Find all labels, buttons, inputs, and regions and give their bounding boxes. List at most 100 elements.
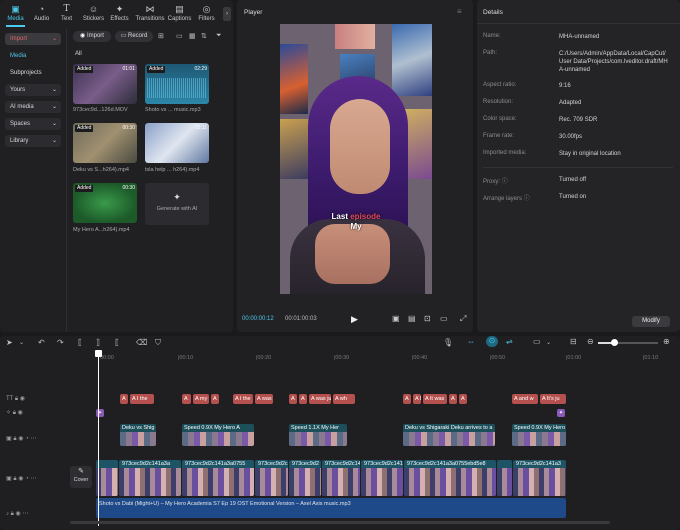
sidebar-item-media[interactable]: Media <box>5 50 61 62</box>
sidebar-item-library[interactable]: Library ⌄ <box>5 135 61 147</box>
lock-icon[interactable]: 🔒︎ <box>13 476 16 482</box>
generate-ai-tile[interactable]: ✦ Generate with AI <box>145 183 209 225</box>
audio-icon[interactable]: ◔ <box>25 476 29 482</box>
chevron-down-icon[interactable]: ⌄ <box>19 339 24 346</box>
text-clip[interactable]: A It was <box>423 394 447 404</box>
split-right-icon[interactable]: ⟦ <box>115 338 119 347</box>
main-clip[interactable]: 973cec9d2c141a3a0755 <box>182 460 254 496</box>
zoom-in-icon[interactable]: ⊕ <box>663 337 670 346</box>
zoom-slider-handle[interactable] <box>611 339 618 346</box>
audio-clip[interactable]: Shoto vs Dabi (Might+U) – My Hero Academ… <box>96 498 566 518</box>
filter-icon[interactable]: ⏷ <box>216 32 222 40</box>
select-tool-icon[interactable]: ➤ <box>6 338 13 347</box>
sidebar-item-ai-media[interactable]: AI media ⌄ <box>5 101 61 113</box>
undo-icon[interactable]: ↶ <box>38 338 45 347</box>
text-clip[interactable]: A and w <box>512 394 538 404</box>
play-icon[interactable]: ▶ <box>351 314 358 325</box>
overlay-clip[interactable]: Deku vs Shigaraki Deku arrives to a <box>403 424 495 446</box>
text-clip[interactable]: A <box>211 394 219 404</box>
playhead[interactable] <box>95 350 102 526</box>
fit-timeline-icon[interactable]: ⊟ <box>570 337 577 346</box>
redo-icon[interactable]: ↷ <box>57 338 64 347</box>
media-item[interactable]: 02:11 <box>145 123 209 163</box>
magnet-icon[interactable]: ⊙ <box>486 336 498 347</box>
link-clips-icon[interactable]: ⇌ <box>506 337 513 346</box>
lock-icon[interactable]: 🔒︎ <box>11 511 14 517</box>
split-icon[interactable]: ⟦ <box>78 338 82 347</box>
eye-icon[interactable]: ◉ <box>20 396 25 402</box>
layout-icon[interactable]: ▦ <box>189 32 196 40</box>
player-menu-icon[interactable]: ≡ <box>457 7 462 16</box>
effect-marker[interactable]: ✦ <box>557 409 565 417</box>
grid-view-icon[interactable]: ⊞ <box>158 32 164 40</box>
tab-audio[interactable]: ◔ Audio <box>28 4 55 24</box>
sidebar-item-spaces[interactable]: Spaces ⌄ <box>5 118 61 130</box>
toolbar-more-button[interactable]: › <box>223 7 231 21</box>
delete-icon[interactable]: ⌫ <box>136 338 147 347</box>
more-icon[interactable]: ⋯ <box>30 476 36 482</box>
sidebar-item-subprojects[interactable]: Subprojects <box>5 67 61 79</box>
overlay-clip[interactable]: Speed 1.1X My Her <box>289 424 347 446</box>
text-clip[interactable]: A I <box>413 394 421 404</box>
playhead-handle[interactable] <box>95 350 102 357</box>
main-clip[interactable]: 973cec9d2c141a3a <box>119 460 181 496</box>
record-button[interactable]: ▭ Record <box>115 31 153 42</box>
tab-transitions[interactable]: ⋈ Transitions <box>134 4 166 24</box>
more-icon[interactable]: ⋯ <box>30 436 36 442</box>
tab-filters[interactable]: ◎ Filters <box>193 4 220 24</box>
text-clip[interactable]: A <box>289 394 297 404</box>
import-button[interactable]: ◉ Import <box>73 31 111 42</box>
zoom-slider[interactable] <box>598 339 658 346</box>
main-clip[interactable] <box>96 460 118 496</box>
tab-effects[interactable]: ✦ Effects <box>106 4 133 24</box>
text-clip[interactable]: A was <box>255 394 273 404</box>
modify-button[interactable]: Modify <box>632 316 670 327</box>
media-item[interactable]: Added 02:29 <box>145 64 209 104</box>
link-main-icon[interactable]: ⇔ <box>467 337 475 346</box>
text-clip[interactable]: A <box>449 394 457 404</box>
main-clip[interactable]: 973cec9d2c141a3a0755ebd5e8 <box>404 460 496 496</box>
fit-icon[interactable]: ▣ <box>392 314 400 323</box>
tab-media[interactable]: ▣ Media <box>2 4 29 27</box>
text-clip[interactable]: A <box>459 394 467 404</box>
more-icon[interactable]: ⋯ <box>22 511 28 517</box>
main-clip[interactable]: 973cec9d2c141a3a0755 <box>322 460 360 496</box>
main-clip[interactable] <box>497 460 512 496</box>
tab-stickers[interactable]: ☺ Stickers <box>80 4 107 24</box>
tab-captions[interactable]: ▤ Captions <box>166 4 193 24</box>
text-clip[interactable]: A It's ju <box>540 394 566 404</box>
overlay-clip[interactable]: Speed 0.9X My Hero A <box>182 424 254 446</box>
crop-icon[interactable]: ⊡ <box>424 314 431 323</box>
media-item[interactable]: Added 01:01 <box>73 64 137 104</box>
timeline-scrollbar[interactable] <box>70 521 610 524</box>
main-clip[interactable]: 973cec9d2c141a3 <box>513 460 566 496</box>
text-clip[interactable]: A I the <box>130 394 154 404</box>
chevron-down-icon[interactable]: ⌄ <box>546 339 551 346</box>
text-clip[interactable]: A <box>182 394 191 404</box>
text-clip[interactable]: A was jus <box>309 394 331 404</box>
folder-icon[interactable]: ▭ <box>176 32 183 40</box>
ratio-icon[interactable]: ▭ <box>440 314 448 323</box>
fullscreen-icon[interactable]: ⤢ <box>460 314 466 324</box>
info-icon[interactable]: ⓘ <box>502 179 508 185</box>
overlay-clip[interactable]: Speed 0.9X My Hero <box>512 424 566 446</box>
split-left-icon[interactable]: ⟧ <box>96 338 100 347</box>
preview-axis-icon[interactable]: ▭ <box>533 337 541 346</box>
zoom-out-icon[interactable]: ⊖ <box>587 337 594 346</box>
sidebar-item-import[interactable]: Import ⌄ <box>5 33 61 45</box>
text-clip[interactable]: A <box>403 394 411 404</box>
microphone-icon[interactable]: 🎙 <box>443 338 453 347</box>
lock-icon[interactable]: 🔒︎ <box>13 410 16 416</box>
main-clip[interactable]: 973cec9d2c141 <box>361 460 403 496</box>
eye-icon[interactable]: ◉ <box>18 476 23 482</box>
lock-icon[interactable]: 🔒︎ <box>15 396 18 402</box>
quality-icon[interactable]: ▤ <box>408 314 416 323</box>
text-clip[interactable]: A my <box>193 394 209 404</box>
sidebar-item-yours[interactable]: Yours ⌄ <box>5 84 61 96</box>
sort-icon[interactable]: ⇅ <box>201 32 207 40</box>
media-item[interactable]: Added 00:30 <box>73 183 137 223</box>
text-clip[interactable]: A I the <box>233 394 253 404</box>
lock-icon[interactable]: 🔒︎ <box>13 436 16 442</box>
eye-icon[interactable]: ◉ <box>18 436 23 442</box>
cover-button[interactable]: ✎ Cover <box>70 466 92 488</box>
